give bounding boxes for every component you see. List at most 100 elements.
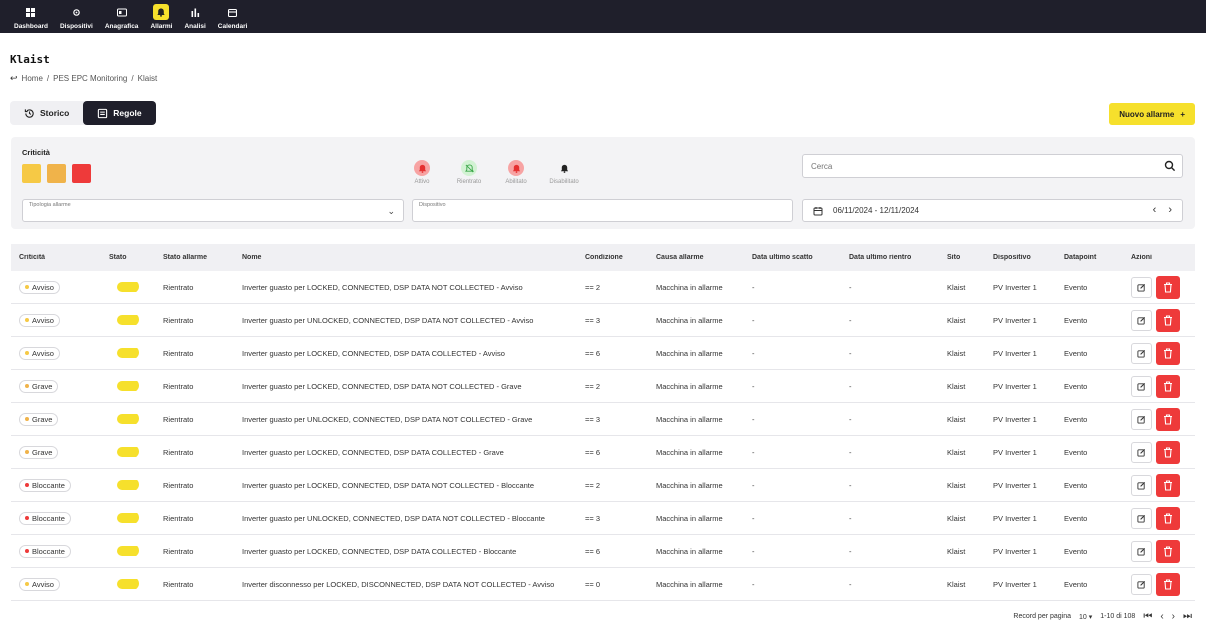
header-dispositivo[interactable]: Dispositivo <box>985 254 1056 261</box>
edit-button[interactable] <box>1131 342 1152 364</box>
tipologia-allarme-select[interactable]: Tipologia allarme ⌄ <box>22 199 404 222</box>
header-data-ultimo-scatto[interactable]: Data ultimo scatto <box>744 254 841 261</box>
delete-button[interactable] <box>1156 440 1180 464</box>
trash-icon <box>1164 512 1172 524</box>
criticita-badge: Bloccante <box>19 511 71 525</box>
header-condizione[interactable]: Condizione <box>577 254 648 261</box>
cell-dispositivo: PV Inverter 1 <box>993 348 1037 358</box>
cell-criticita: Grave <box>11 445 101 459</box>
edit-button[interactable] <box>1131 375 1152 397</box>
search-icon[interactable] <box>1164 160 1176 172</box>
stato-toggle[interactable] <box>117 546 139 556</box>
cell-stato <box>101 579 155 589</box>
status-filter-disabilitato[interactable]: Disabilitato <box>542 160 586 185</box>
cell-condizione: == 6 <box>585 447 601 457</box>
cell-sito: Klaist <box>947 414 966 424</box>
edit-button[interactable] <box>1131 573 1152 595</box>
back-arrow-icon[interactable]: ↩ <box>10 73 18 84</box>
stato-toggle[interactable] <box>117 414 139 424</box>
cell-dispositivo: PV Inverter 1 <box>993 480 1037 490</box>
table-row: Grave Rientrato Inverter guasto per LOCKED… <box>11 370 1195 403</box>
search-input[interactable] <box>803 155 1143 177</box>
nav-label: Calendari <box>217 23 248 30</box>
rules-icon <box>98 108 108 118</box>
nav-item-analisi[interactable]: Analisi <box>184 0 206 33</box>
stato-toggle[interactable] <box>117 513 139 523</box>
header-stato-allarme[interactable]: Stato allarme <box>155 254 234 261</box>
criticita-text: Avviso <box>32 579 54 589</box>
next-week-icon[interactable]: › <box>1168 204 1172 216</box>
nav-label: Dispositivi <box>59 23 93 30</box>
criticita-badge: Bloccante <box>19 544 71 558</box>
nav-item-calendari[interactable]: Calendari <box>217 0 248 33</box>
status-filter-rientrato[interactable]: Rientrato <box>447 160 491 185</box>
stato-toggle[interactable] <box>117 282 139 292</box>
delete-button[interactable] <box>1156 407 1180 431</box>
filter-criticita-grave[interactable] <box>47 164 66 183</box>
status-filter-attivo[interactable]: Attivo <box>400 160 444 185</box>
header-sito[interactable]: Sito <box>939 254 985 261</box>
delete-button[interactable] <box>1156 308 1180 332</box>
tab-storico[interactable]: Storico <box>10 101 83 125</box>
criticita-dot <box>25 318 29 322</box>
cell-sito: Klaist <box>947 381 966 391</box>
edit-button[interactable] <box>1131 441 1152 463</box>
header-nome[interactable]: Nome <box>234 254 577 261</box>
stato-toggle[interactable] <box>117 348 139 358</box>
header-criticita[interactable]: Criticità <box>11 254 101 261</box>
nav-item-allarmi[interactable]: Allarmi <box>150 0 172 33</box>
delete-button[interactable] <box>1156 572 1180 596</box>
cell-criticita: Avviso <box>11 346 101 360</box>
dispositivo-select[interactable]: Dispositivo <box>412 199 793 222</box>
edit-button[interactable] <box>1131 309 1152 331</box>
date-range-picker[interactable]: 06/11/2024 - 12/11/2024 ‹ › <box>802 199 1183 222</box>
edit-button[interactable] <box>1131 474 1152 496</box>
delete-button[interactable] <box>1156 539 1180 563</box>
next-page-icon[interactable]: › <box>1172 611 1175 622</box>
tab-regole[interactable]: Regole <box>83 101 156 125</box>
nav-label: Allarmi <box>150 23 173 30</box>
stato-toggle[interactable] <box>117 579 139 589</box>
cell-stato <box>101 513 155 523</box>
header-stato[interactable]: Stato <box>101 254 155 261</box>
stato-toggle[interactable] <box>117 381 139 391</box>
new-alarm-button[interactable]: Nuovo allarme + <box>1109 103 1195 125</box>
edit-button[interactable] <box>1131 408 1152 430</box>
delete-button[interactable] <box>1156 275 1180 299</box>
edit-button[interactable] <box>1131 276 1152 298</box>
stato-toggle[interactable] <box>117 315 139 325</box>
table-row: Grave Rientrato Inverter guasto per UNLOCK… <box>11 403 1195 436</box>
header-datapoint[interactable]: Datapoint <box>1056 254 1123 261</box>
nav-item-dispositivi[interactable]: Dispositivi <box>60 0 93 33</box>
header-data-ultimo-rientro[interactable]: Data ultimo rientro <box>841 254 939 261</box>
delete-button[interactable] <box>1156 506 1180 530</box>
last-page-icon[interactable]: ⏭ <box>1183 611 1192 622</box>
trash-icon <box>1164 281 1172 293</box>
cell-nome: Inverter guasto per UNLOCKED, CONNECTED,… <box>242 315 534 325</box>
header-causa-allarme[interactable]: Causa allarme <box>648 254 744 261</box>
delete-button[interactable] <box>1156 341 1180 365</box>
trash-icon <box>1164 347 1172 359</box>
stato-toggle[interactable] <box>117 447 139 457</box>
prev-week-icon[interactable]: ‹ <box>1153 204 1157 216</box>
edit-button[interactable] <box>1131 540 1152 562</box>
delete-button[interactable] <box>1156 473 1180 497</box>
criticita-badge: Grave <box>19 412 59 426</box>
records-per-page-select[interactable]: 10 ▾ <box>1079 613 1092 621</box>
delete-button[interactable] <box>1156 374 1180 398</box>
status-filter-abilitato[interactable]: Abilitato <box>494 160 538 185</box>
nav-item-dashboard[interactable]: Dashboard <box>14 0 48 33</box>
prev-page-icon[interactable]: ‹ <box>1160 611 1163 622</box>
breadcrumb-project[interactable]: PES EPC Monitoring <box>53 74 127 83</box>
edit-button[interactable] <box>1131 507 1152 529</box>
alarm-icon <box>153 4 170 20</box>
cell-dispositivo: PV Inverter 1 <box>993 381 1037 391</box>
calendar-icon <box>813 206 823 215</box>
first-page-icon[interactable]: ⏮ <box>1143 611 1152 622</box>
breadcrumb-home[interactable]: Home <box>22 74 43 83</box>
filter-criticita-avviso[interactable] <box>22 164 41 183</box>
stato-toggle[interactable] <box>117 480 139 490</box>
filter-criticita-bloccante[interactable] <box>72 164 91 183</box>
status-rientrato-label: Rientrato <box>456 179 482 185</box>
nav-item-anagrafica[interactable]: Anagrafica <box>105 0 138 33</box>
